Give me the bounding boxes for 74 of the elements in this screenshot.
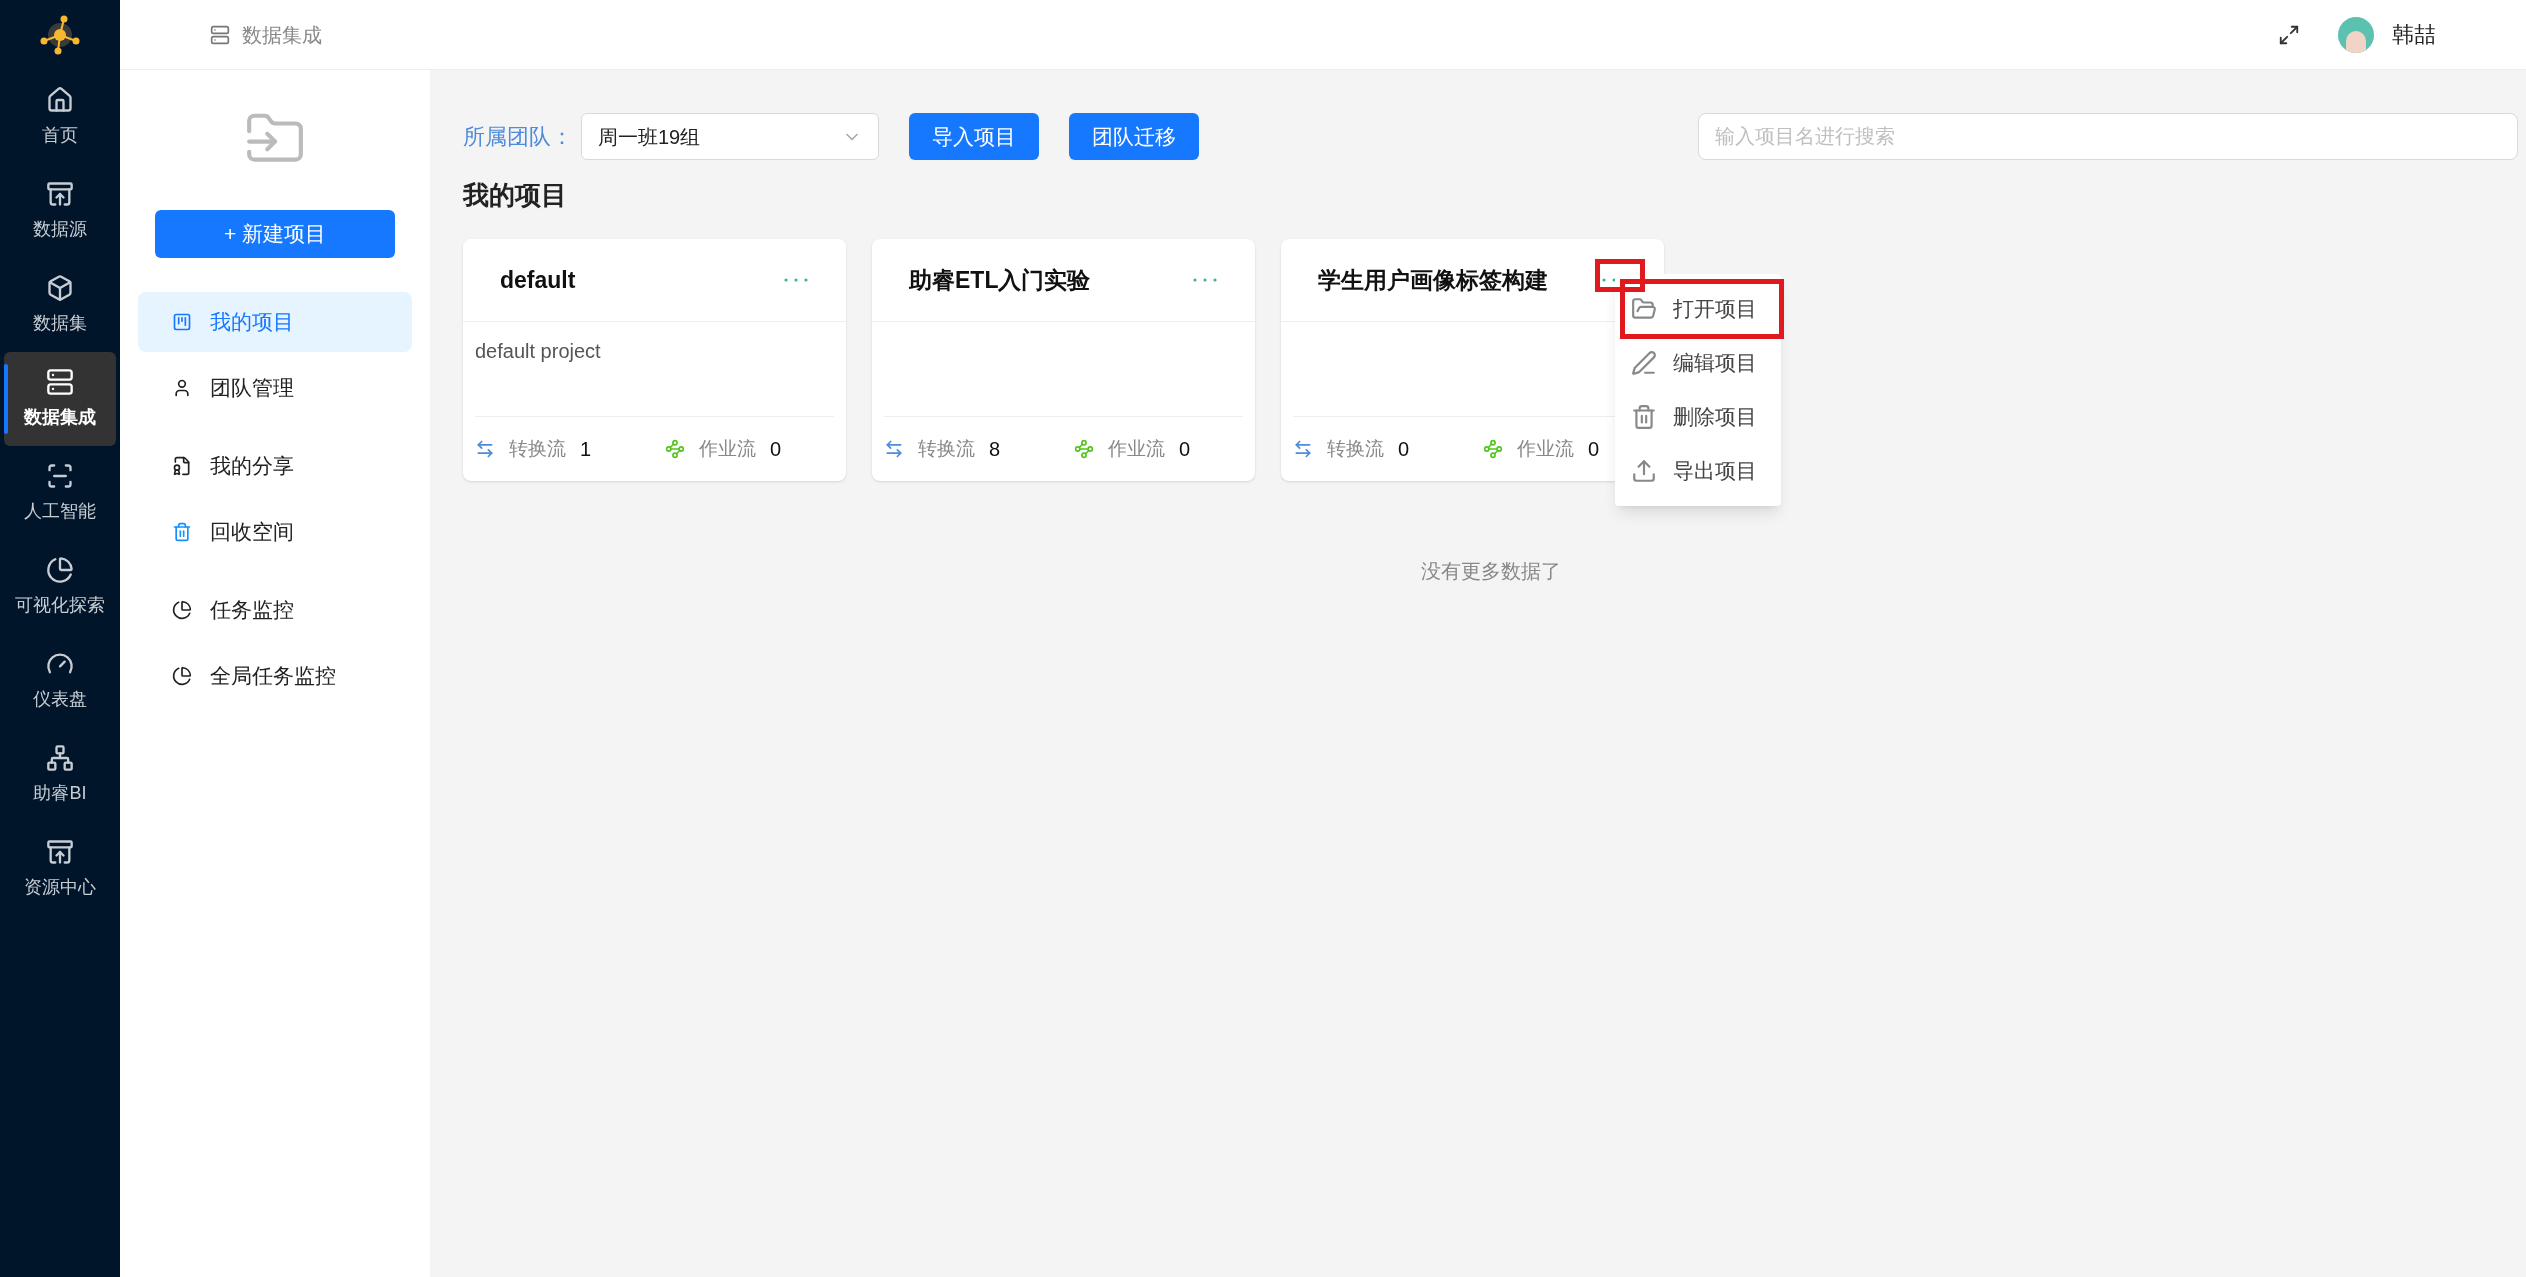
nav-item[interactable]: 仪表盘 [4,634,116,728]
stat-value: 0 [1588,437,1600,462]
sidebar-item[interactable]: 我的项目 [138,292,412,352]
document-icon [172,456,192,476]
active-indicator [4,364,8,434]
cabinet-icon [46,179,74,208]
project-card[interactable]: 助睿ETL入门实验 转换流 8 作业流 0 [872,239,1255,481]
cabinet-icon [46,837,74,866]
section-title: 我的项目 [463,179,568,212]
stat-label: 作业流 [1108,436,1165,461]
nav-item[interactable]: 数据集成 [4,352,116,446]
team-select[interactable]: 周一班19组 [581,113,879,160]
nav-item[interactable]: 可视化探索 [4,540,116,634]
toolbar-button[interactable]: 导入项目 [909,113,1039,160]
nav-item[interactable]: 人工智能 [4,446,116,540]
sidebar-item[interactable]: 回收空间 [138,502,412,562]
nodes-icon [1074,439,1094,459]
arrows-icon [475,439,495,459]
logo-icon [38,13,82,57]
more-icon[interactable] [1192,277,1218,283]
sidebar-item[interactable]: 我的分享 [138,436,412,496]
nav-item[interactable]: 数据源 [4,164,116,258]
fullscreen-icon[interactable] [2278,23,2300,46]
project-name: 学生用户画像标签构建 [1318,265,1548,295]
project-card[interactable]: default default project 转换流 1 作业流 0 [463,239,846,481]
server-icon [46,367,74,396]
stat-value: 0 [1179,437,1191,462]
stat-label: 转换流 [509,436,566,461]
arrows-icon [884,439,904,459]
stat-label: 转换流 [918,436,975,461]
stat-value: 0 [1398,437,1410,462]
pie-chart-icon [172,600,192,620]
nav-item[interactable]: 数据集 [4,258,116,352]
user-name[interactable]: 韩喆 [2392,18,2436,51]
folder-icon [1631,296,1657,322]
upload-icon [1631,458,1657,484]
toolbar-button[interactable]: 团队迁移 [1069,113,1199,160]
sidebar-item[interactable]: 全局任务监控 [138,646,412,706]
stat-label: 作业流 [699,436,756,461]
project-name: default [500,265,576,295]
trash-icon [172,522,192,542]
board-icon [172,312,192,332]
team-label: 所属团队： [463,123,573,151]
network-icon [46,743,74,772]
empty-message: 没有更多数据了 [1420,559,1561,584]
search-field[interactable]: 输入项目名进行搜索 [1698,113,2518,160]
user-icon [172,378,192,398]
pen-icon [1631,350,1657,376]
page-title: 数据集成 [242,22,322,48]
nodes-icon [1483,439,1503,459]
stat-value: 8 [989,437,1001,462]
avatar[interactable] [2338,16,2374,53]
arrows-icon [1293,439,1313,459]
sidebar-item[interactable]: 团队管理 [138,358,412,418]
home-icon [46,85,74,114]
stat-value: 0 [770,437,782,462]
stat-label: 转换流 [1327,436,1384,461]
stat-label: 作业流 [1517,436,1574,461]
trash-icon [1631,404,1657,430]
nav-item[interactable]: 首页 [4,70,116,164]
new-project-button[interactable]: + 新建项目 [155,210,395,258]
nav-item[interactable]: 资源中心 [4,822,116,916]
nodes-icon [665,439,685,459]
project-description: default project [475,340,601,362]
stat-value: 1 [580,437,592,462]
scan-icon [46,461,74,490]
cube-icon [46,273,74,302]
nav-item[interactable]: 助睿BI [4,728,116,822]
server-icon [210,24,230,45]
more-icon[interactable] [783,277,809,283]
pie-chart-icon [172,666,192,686]
sidebar-item[interactable]: 任务监控 [138,580,412,640]
pie-chart-icon [46,555,74,584]
project-name: 助睿ETL入门实验 [909,265,1091,295]
